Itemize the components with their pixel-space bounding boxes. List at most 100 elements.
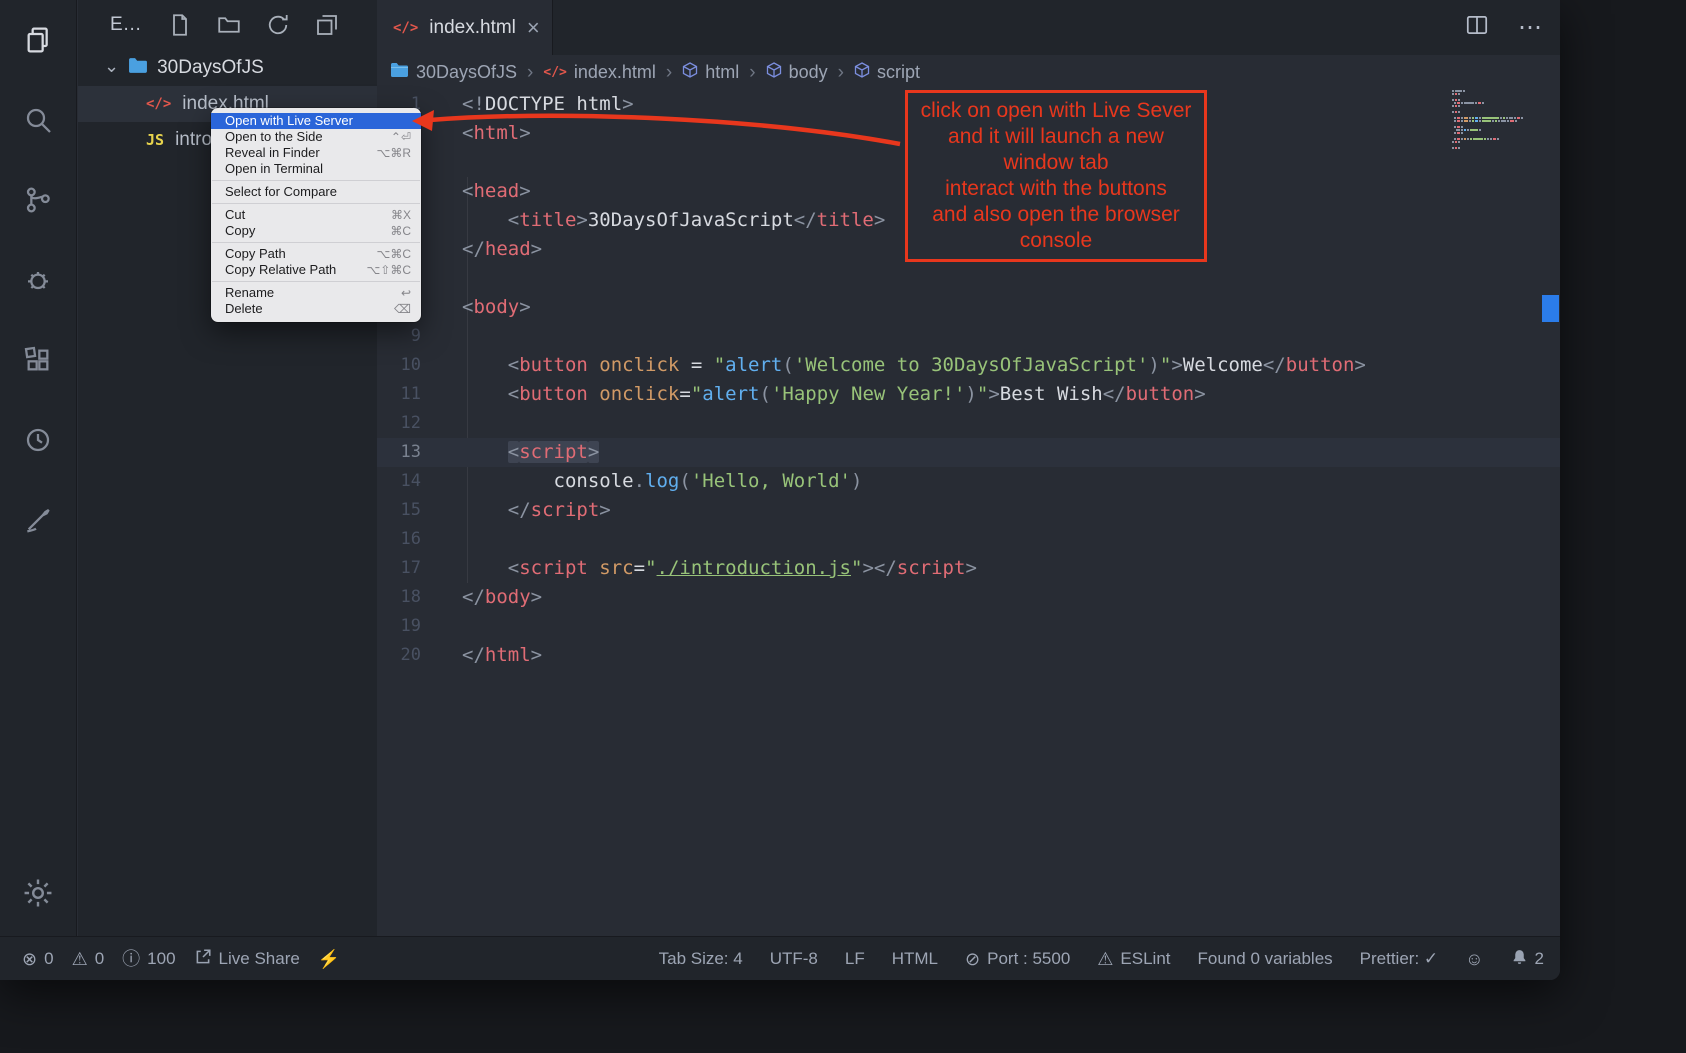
extensions-icon[interactable]	[0, 320, 77, 400]
menu-item-open-to-the-side[interactable]: Open to the Side⌃⏎	[211, 129, 421, 145]
menu-item-rename[interactable]: Rename↩	[211, 285, 421, 301]
code-line[interactable]: 16	[377, 525, 1560, 554]
debug-icon[interactable]	[0, 240, 77, 320]
menu-separator	[212, 281, 420, 282]
settings-gear-icon[interactable]	[0, 858, 77, 928]
minimap-line	[1452, 108, 1542, 110]
annotation-line: and it will launch a new	[914, 124, 1198, 150]
minimap-line	[1452, 111, 1542, 113]
status-item-encoding[interactable]: UTF-8	[770, 949, 818, 969]
code-line[interactable]: 8<body>	[377, 293, 1560, 322]
line-number: 20	[377, 641, 421, 670]
code-text: <script>	[421, 438, 599, 467]
breadcrumb-item-html[interactable]: html	[682, 62, 739, 83]
status-item-label: LF	[845, 949, 865, 969]
eslint-icon: ⚠	[1097, 950, 1113, 968]
minimap-line	[1452, 141, 1542, 143]
new-file-icon[interactable]	[168, 13, 192, 37]
code-text: console.log('Hello, World')	[421, 467, 862, 496]
menu-separator	[212, 203, 420, 204]
status-item-language-mode[interactable]: HTML	[892, 949, 938, 969]
history-icon[interactable]	[0, 400, 77, 480]
code-text: <!DOCTYPE html>	[421, 90, 634, 119]
code-line[interactable]: 15 </script>	[377, 496, 1560, 525]
menu-separator	[212, 242, 420, 243]
code-line[interactable]: 17 <script src="./introduction.js"></scr…	[377, 554, 1560, 583]
menu-item-label: Open to the Side	[225, 129, 323, 145]
code-line[interactable]: 18</body>	[377, 583, 1560, 612]
status-item-warnings[interactable]: ⚠0	[72, 949, 105, 969]
menu-item-cut[interactable]: Cut⌘X	[211, 207, 421, 223]
cube-icon	[766, 62, 782, 83]
folder-row-30daysofjs[interactable]: ⌄ 30DaysOfJS	[78, 50, 377, 86]
status-item-variables[interactable]: Found 0 variables	[1198, 949, 1333, 969]
status-item-errors[interactable]: ⊗0	[22, 949, 54, 969]
status-item-info[interactable]: ⓘ100	[122, 949, 175, 969]
refresh-icon[interactable]	[266, 13, 290, 37]
minimap-line	[1452, 132, 1542, 134]
menu-item-select-for-compare[interactable]: Select for Compare	[211, 184, 421, 200]
status-item-tab-size[interactable]: Tab Size: 4	[659, 949, 743, 969]
annotation-line: window tab	[914, 150, 1198, 176]
code-line[interactable]: 11 <button onclick="alert('Happy New Yea…	[377, 380, 1560, 409]
breadcrumb-item-body[interactable]: body	[766, 62, 828, 83]
menu-separator	[212, 180, 420, 181]
code-line[interactable]: 12	[377, 409, 1560, 438]
status-item-lightning[interactable]: ⚡	[318, 950, 340, 968]
menu-item-open-in-terminal[interactable]: Open in Terminal	[211, 161, 421, 177]
code-line[interactable]: 10 <button onclick = "alert('Welcome to …	[377, 351, 1560, 380]
explorer-actions	[168, 13, 339, 37]
status-item-notifications[interactable]: 2	[1511, 948, 1544, 969]
breadcrumb-separator: ›	[526, 62, 534, 84]
breadcrumb-item-index-html[interactable]: </>index.html	[543, 62, 656, 83]
warnings-icon: ⚠	[72, 950, 88, 968]
code-text: <head>	[421, 177, 531, 206]
explorer-files-icon[interactable]	[0, 0, 77, 80]
code-line[interactable]: 20</html>	[377, 641, 1560, 670]
code-text: </html>	[421, 641, 542, 670]
menu-item-label: Reveal in Finder	[225, 145, 320, 161]
menu-item-copy[interactable]: Copy⌘C	[211, 223, 421, 239]
code-line[interactable]: 13 <script>	[377, 438, 1560, 467]
status-item-live-server-port[interactable]: ⊘Port : 5500	[965, 949, 1070, 969]
status-item-eol[interactable]: LF	[845, 949, 865, 969]
more-actions-icon[interactable]: ⋯	[1518, 13, 1544, 42]
explorer-header: E…	[78, 0, 377, 50]
line-number: 18	[377, 583, 421, 612]
menu-item-copy-relative-path[interactable]: Copy Relative Path⌥⇧⌘C	[211, 262, 421, 278]
minimap-line	[1452, 96, 1542, 98]
code-line[interactable]: 9	[377, 322, 1560, 351]
line-number: 12	[377, 409, 421, 438]
code-text	[421, 148, 462, 177]
minimap[interactable]	[1452, 90, 1542, 150]
status-item-eslint[interactable]: ⚠ESLint	[1097, 949, 1170, 969]
code-line[interactable]: 14 console.log('Hello, World')	[377, 467, 1560, 496]
breadcrumb-item-30daysofjs[interactable]: 30DaysOfJS	[390, 62, 517, 83]
tab-index-html[interactable]: </> index.html ×	[377, 0, 553, 55]
menu-item-label: Copy	[225, 223, 255, 239]
close-icon[interactable]: ×	[527, 17, 540, 39]
code-text	[421, 322, 462, 351]
scrollbar-indicator[interactable]	[1542, 295, 1559, 322]
collapse-all-icon[interactable]	[315, 13, 339, 37]
status-item-prettier[interactable]: Prettier: ✓	[1360, 949, 1438, 969]
menu-item-reveal-in-finder[interactable]: Reveal in Finder ⌥⌘R	[211, 145, 421, 161]
code-line[interactable]: 19	[377, 612, 1560, 641]
menu-item-label: Open with Live Server	[225, 113, 353, 129]
new-folder-icon[interactable]	[217, 13, 241, 37]
status-item-label: Found 0 variables	[1198, 949, 1333, 969]
menu-item-shortcut: ⌥⌘R	[377, 145, 412, 161]
minimap-line	[1452, 120, 1542, 122]
code-line[interactable]: 7	[377, 264, 1560, 293]
menu-item-open-with-live-server[interactable]: Open with Live Server	[211, 113, 421, 129]
breadcrumb-item-script[interactable]: script	[854, 62, 920, 83]
search-icon[interactable]	[0, 80, 77, 160]
split-editor-icon[interactable]	[1464, 12, 1490, 43]
pen-icon[interactable]	[0, 480, 77, 560]
source-control-icon[interactable]	[0, 160, 77, 240]
status-item-feedback[interactable]: ☺	[1465, 950, 1483, 968]
status-item-live-share[interactable]: Live Share	[194, 948, 300, 969]
menu-item-delete[interactable]: Delete⌫	[211, 301, 421, 317]
annotation-box: click on open with Live Severand it will…	[905, 90, 1207, 262]
menu-item-copy-path[interactable]: Copy Path⌥⌘C	[211, 246, 421, 262]
